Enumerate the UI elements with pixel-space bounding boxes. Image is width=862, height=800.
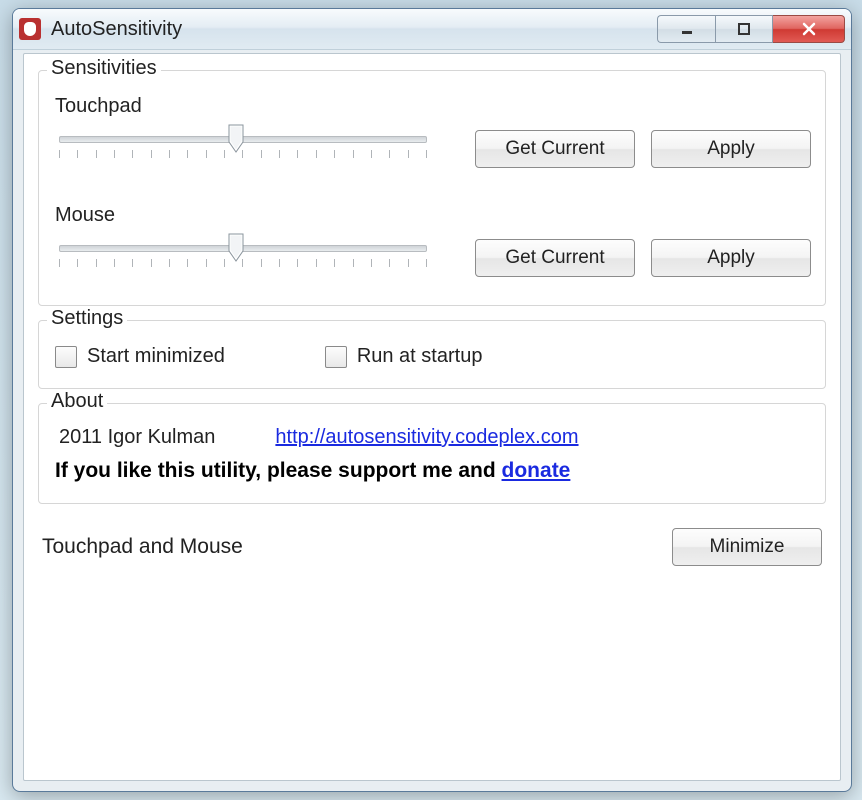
titlebar[interactable]: AutoSensitivity [13,9,851,50]
window-controls [657,15,845,43]
slider-ticks [59,150,427,160]
checkbox-icon [55,346,77,368]
mouse-apply-button[interactable]: Apply [651,239,811,277]
touchpad-get-current-button[interactable]: Get Current [475,130,635,168]
main-window: AutoSensitivity Sensitivities Touchpad [12,8,852,792]
sensitivities-legend: Sensitivities [47,57,161,80]
support-message: If you like this utility, please support… [55,459,811,483]
window-title: AutoSensitivity [51,18,657,41]
slider-ticks [59,259,427,269]
copyright-text: 2011 Igor Kulman [59,426,215,449]
touchpad-slider[interactable] [53,126,433,160]
client-area: Sensitivities Touchpad Get Curre [23,53,841,781]
mouse-get-current-button[interactable]: Get Current [475,239,635,277]
minimize-button[interactable]: Minimize [672,528,822,566]
run-at-startup-label: Run at startup [357,345,483,368]
status-text: Touchpad and Mouse [42,535,243,559]
touchpad-apply-button[interactable]: Apply [651,130,811,168]
minimize-window-button[interactable] [657,15,715,43]
about-legend: About [47,390,107,413]
project-url-link[interactable]: http://autosensitivity.codeplex.com [275,426,578,449]
mouse-slider[interactable] [53,235,433,269]
sensitivities-group: Sensitivities Touchpad Get Curre [38,70,826,306]
support-prefix: If you like this utility, please support… [55,459,502,482]
mouse-label: Mouse [55,204,811,227]
app-icon [19,18,41,40]
checkbox-icon [325,346,347,368]
about-group: About 2011 Igor Kulman http://autosensit… [38,403,826,504]
settings-legend: Settings [47,307,127,330]
donate-link[interactable]: donate [502,459,571,482]
run-at-startup-checkbox[interactable]: Run at startup [325,345,483,368]
touchpad-label: Touchpad [55,95,811,118]
maximize-window-button[interactable] [715,15,773,43]
footer: Touchpad and Mouse Minimize [38,528,826,566]
close-window-button[interactable] [773,15,845,43]
start-minimized-checkbox[interactable]: Start minimized [55,345,225,368]
settings-group: Settings Start minimized Run at startup [38,320,826,389]
start-minimized-label: Start minimized [87,345,225,368]
